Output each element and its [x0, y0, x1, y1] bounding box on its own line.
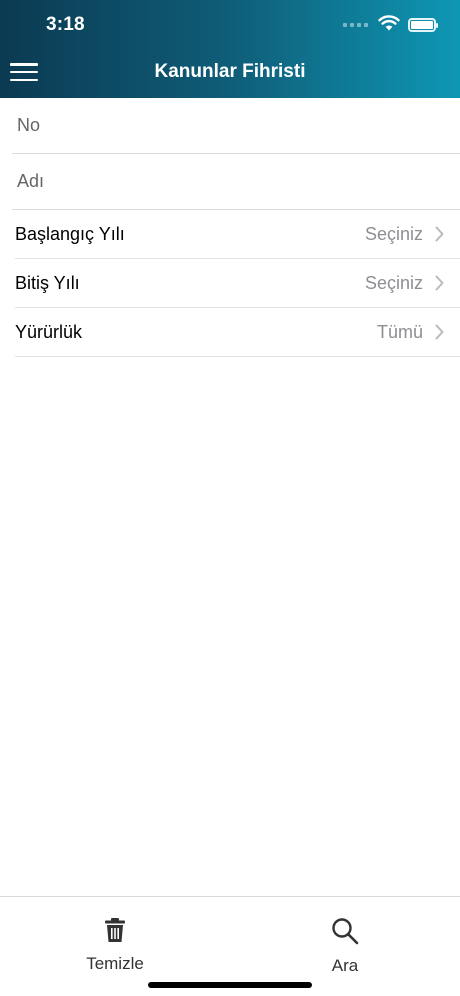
trash-icon: [104, 917, 126, 948]
start-year-value: Seçiniz: [364, 223, 423, 244]
no-field-row: [12, 98, 460, 154]
status-time: 3:18: [46, 14, 85, 35]
end-year-value: Seçiniz: [364, 272, 423, 293]
validity-value: Tümü: [376, 321, 423, 342]
search-label: Ara: [331, 956, 359, 975]
validity-row[interactable]: Yürürlük Tümü: [15, 308, 460, 357]
clear-button[interactable]: Temizle: [55, 917, 175, 974]
search-form: Başlangıç Yılı Seçiniz Bitiş Yılı Seçini…: [0, 98, 460, 357]
search-icon: [331, 917, 359, 950]
chevron-right-icon: [435, 275, 444, 291]
page-title: Kanunlar Fihristi: [154, 61, 306, 82]
clear-label: Temizle: [86, 954, 144, 973]
name-input[interactable]: [17, 171, 460, 192]
app-header: 3:18 Kanunlar Fihristi: [0, 0, 460, 98]
search-button[interactable]: Ara: [285, 917, 405, 976]
start-year-row[interactable]: Başlangıç Yılı Seçiniz: [15, 210, 460, 259]
cellular-signal-icon: [343, 23, 368, 27]
end-year-label: Bitiş Yılı: [15, 272, 80, 293]
chevron-right-icon: [435, 226, 444, 242]
home-indicator: [148, 982, 312, 988]
name-field-row: [12, 154, 460, 210]
chevron-right-icon: [435, 324, 444, 340]
no-input[interactable]: [17, 115, 460, 136]
end-year-row[interactable]: Bitiş Yılı Seçiniz: [15, 259, 460, 308]
wifi-icon: [378, 14, 400, 36]
validity-label: Yürürlük: [15, 321, 83, 342]
start-year-label: Başlangıç Yılı: [15, 223, 125, 244]
battery-icon: [408, 18, 438, 32]
bottom-toolbar: Temizle Ara: [0, 896, 460, 996]
status-icons: [343, 14, 438, 36]
